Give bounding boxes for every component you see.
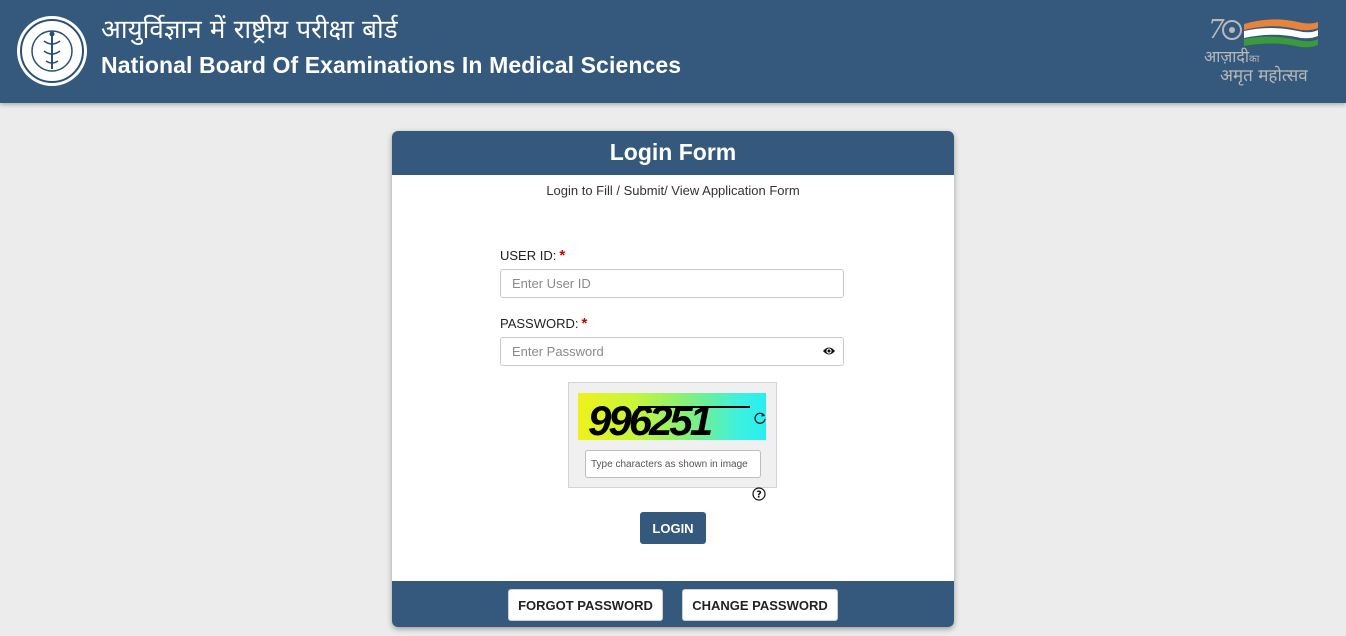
- captcha-image: 996251: [578, 393, 766, 444]
- site-header: आयुर्विज्ञान में राष्ट्रीय परीक्षा बोर्ड…: [0, 0, 1346, 103]
- login-form-title: Login Form: [609, 139, 737, 165]
- user-id-input[interactable]: [500, 269, 844, 298]
- header-title-english: National Board Of Examinations In Medica…: [101, 52, 682, 78]
- svg-text:?: ?: [756, 490, 762, 501]
- question-circle-icon[interactable]: ?: [752, 487, 766, 501]
- header-title-hindi: आयुर्विज्ञान में राष्ट्रीय परीक्षा बोर्ड: [101, 15, 398, 45]
- captcha-box: 996251: [568, 382, 777, 488]
- login-button[interactable]: LOGIN: [640, 512, 706, 544]
- login-form-subtitle: Login to Fill / Submit/ View Application…: [546, 183, 800, 198]
- login-card-header: Login Form: [392, 131, 954, 175]
- refresh-icon[interactable]: [753, 411, 767, 425]
- captcha-code: 996251: [588, 397, 713, 444]
- required-mark: *: [581, 315, 588, 332]
- captcha-input[interactable]: [585, 450, 761, 478]
- change-password-button[interactable]: CHANGE PASSWORD: [682, 589, 838, 621]
- nbems-seal-icon: [17, 16, 87, 86]
- captcha-strike-line: [638, 406, 750, 408]
- login-card-footer: FORGOT PASSWORD CHANGE PASSWORD: [392, 581, 954, 627]
- password-label: PASSWORD: *: [500, 315, 588, 332]
- eye-icon[interactable]: [822, 345, 836, 357]
- password-input[interactable]: [500, 337, 844, 366]
- login-card: Login Form Login to Fill / Submit/ View …: [392, 131, 954, 627]
- azadi-text-line2: अमृत महोत्सव: [1220, 66, 1308, 86]
- forgot-password-button[interactable]: FORGOT PASSWORD: [508, 589, 663, 621]
- required-mark: *: [559, 247, 566, 264]
- user-id-label: USER ID: *: [500, 247, 566, 264]
